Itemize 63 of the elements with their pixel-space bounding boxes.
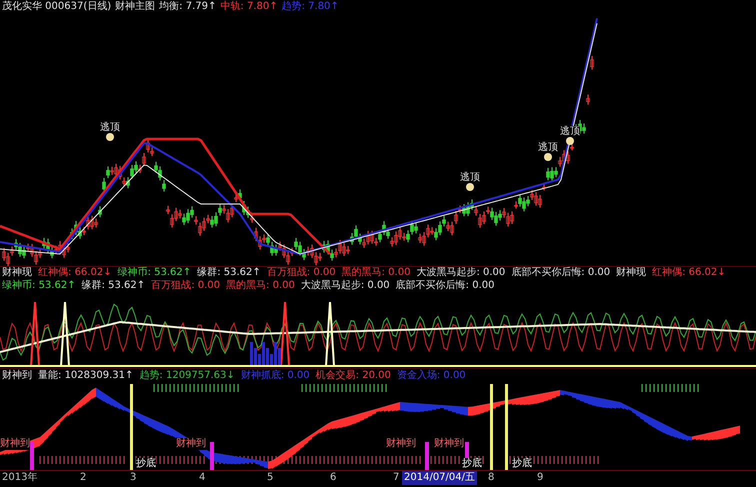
indicator-reading: 大波黑马起步: 0.00 xyxy=(416,267,506,280)
axis-label: 3 xyxy=(130,471,136,485)
coin-icon xyxy=(106,133,114,141)
axis-label: 9 xyxy=(537,471,544,485)
indicator-reading: 资金入场: 0.00 xyxy=(396,369,466,382)
coin-icon xyxy=(566,137,574,145)
indicator-reading: 财神抓底: 0.00 xyxy=(240,369,310,382)
signal-label: 抄底 xyxy=(512,458,532,470)
marker-label: 逃顶 xyxy=(460,172,480,183)
axis-label: 4 xyxy=(199,471,206,485)
axis-label: 5 xyxy=(267,471,274,485)
indicator-reading: 红神偶: 66.02↓ xyxy=(652,267,726,280)
signal-label: 抄底 xyxy=(462,458,482,470)
indicator-reading: 百万狙战: 0.00 xyxy=(151,280,220,292)
signal-label: 财神到 xyxy=(0,438,30,450)
indicator-reading: 底部不买你后悔: 0.00 xyxy=(396,280,494,292)
indicator-reading: 大波黑马起步: 0.00 xyxy=(300,280,390,292)
indicator-reading: 绿神币: 53.62↑ xyxy=(2,280,76,292)
indicator-reading: 趋势: 7.80↑ xyxy=(282,0,339,14)
indicator-reading: 缘群: 53.62↑ xyxy=(82,280,146,292)
axis-label: 6 xyxy=(330,471,336,485)
candlestick xyxy=(586,94,590,106)
indicator-reading: 黑的黑马: 0.00 xyxy=(226,280,295,292)
indicator-reading: 机会交易: 20.00 xyxy=(316,369,391,382)
coin-icon xyxy=(544,153,552,161)
spike-line xyxy=(280,301,290,366)
signal-label: 抄底 xyxy=(136,458,156,470)
signal-label: 财神到 xyxy=(434,438,464,450)
marker-label: 逃顶 xyxy=(100,122,120,133)
indicator-reading: 绿神币: 53.62↑ xyxy=(118,267,192,280)
candlestick xyxy=(542,182,546,191)
axis-label: 2013年 xyxy=(2,471,38,485)
indicator-reading: 中轨: 7.80↑ xyxy=(220,0,278,14)
stock-title: 茂化实华 000637(日线) xyxy=(2,0,112,14)
axis-label: 8 xyxy=(488,471,494,485)
indicator-name: 财神到 xyxy=(2,369,32,382)
signal-label: 财神到 xyxy=(386,438,416,450)
spike-line xyxy=(325,301,335,366)
indicator-name: 财神主图 xyxy=(115,0,156,14)
signal-bar xyxy=(30,442,34,470)
hatch-drawing xyxy=(430,456,460,464)
indicator-reading: 均衡: 7.79↑ xyxy=(159,0,216,14)
indicator-reading: 量能: 1028309.31↑ xyxy=(38,369,134,382)
indicator-reading: 红神偶: 66.02↓ xyxy=(38,267,112,280)
coin-icon xyxy=(466,183,474,191)
indicator-reading: 黑的黑马: 0.00 xyxy=(342,267,410,280)
axis-label: 2 xyxy=(80,471,86,485)
marker-label: 逃顶 xyxy=(560,126,580,137)
candlestick xyxy=(590,55,594,70)
axis-label: 7 xyxy=(393,471,400,485)
indicator-reading: 趋势: 1209757.63↓ xyxy=(139,369,235,382)
indicator-reading: 缘群: 53.62↑ xyxy=(197,267,261,280)
signal-bar xyxy=(210,442,214,470)
indicator-name: 财神现 xyxy=(2,267,32,280)
signal-label: 财神到 xyxy=(176,438,206,450)
spike-line xyxy=(60,301,70,366)
marker-label: 逃顶 xyxy=(538,142,558,153)
date-label: 2014/07/04/五 xyxy=(402,471,478,485)
indicator-name: 财神现 xyxy=(616,267,646,280)
signal-bar xyxy=(425,442,429,470)
indicator-reading: 百万狙战: 0.00 xyxy=(266,267,336,280)
bar-drawing xyxy=(250,342,281,366)
spike-line xyxy=(30,301,40,366)
